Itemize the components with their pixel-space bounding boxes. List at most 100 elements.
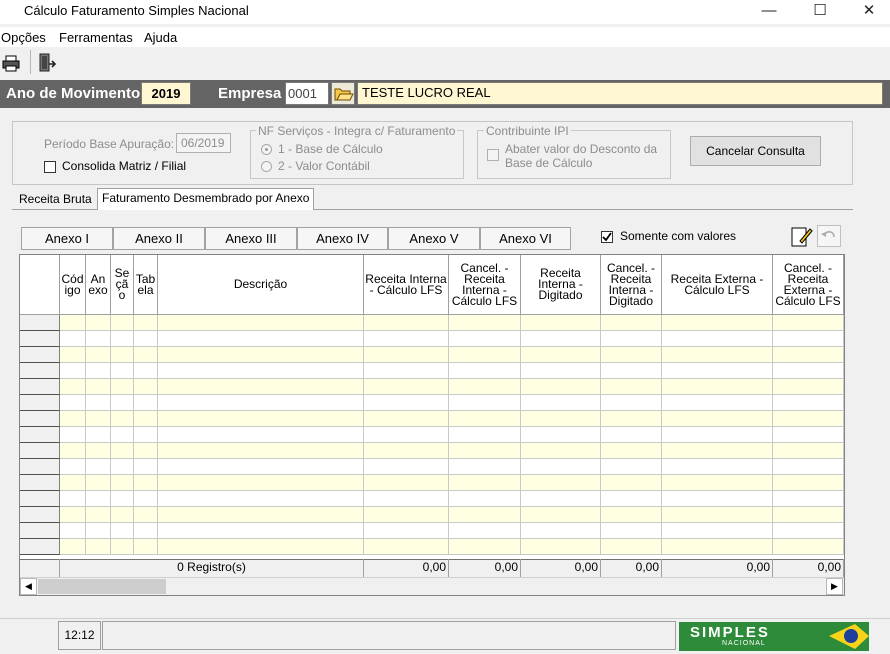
table-cell[interactable]	[601, 315, 662, 331]
col-receita-interna-digitado-header[interactable]: Receita Interna - Digitado	[521, 255, 601, 315]
col-anexo-header[interactable]: An exo	[86, 255, 111, 315]
table-cell[interactable]	[60, 315, 86, 331]
table-cell[interactable]	[773, 507, 844, 523]
table-cell[interactable]	[158, 331, 364, 347]
table-cell[interactable]	[158, 411, 364, 427]
row-indicator[interactable]	[20, 491, 60, 507]
table-cell[interactable]	[449, 315, 521, 331]
table-cell[interactable]	[601, 363, 662, 379]
table-cell[interactable]	[521, 443, 601, 459]
table-cell[interactable]	[134, 459, 158, 475]
table-cell[interactable]	[111, 507, 134, 523]
periodo-field[interactable]: 06/2019	[176, 133, 231, 153]
abater-desconto-checkbox[interactable]	[487, 149, 499, 161]
table-cell[interactable]	[521, 315, 601, 331]
edit-note-icon[interactable]	[790, 224, 814, 248]
table-cell[interactable]	[134, 395, 158, 411]
table-cell[interactable]	[60, 379, 86, 395]
table-cell[interactable]	[60, 427, 86, 443]
table-cell[interactable]	[662, 315, 773, 331]
col-cancel-receita-interna-digitado-header[interactable]: Cancel. - Receita Interna - Digitado	[601, 255, 662, 315]
table-cell[interactable]	[158, 395, 364, 411]
horizontal-scrollbar[interactable]: ◀ ▶	[20, 577, 844, 595]
table-cell[interactable]	[449, 347, 521, 363]
nf-valor-contabil-radio[interactable]	[261, 161, 272, 172]
table-cell[interactable]	[773, 315, 844, 331]
table-cell[interactable]	[662, 411, 773, 427]
table-cell[interactable]	[111, 475, 134, 491]
table-cell[interactable]	[60, 459, 86, 475]
table-cell[interactable]	[449, 475, 521, 491]
table-cell[interactable]	[364, 507, 449, 523]
table-cell[interactable]	[662, 395, 773, 411]
table-cell[interactable]	[158, 491, 364, 507]
table-cell[interactable]	[662, 363, 773, 379]
table-cell[interactable]	[134, 507, 158, 523]
table-cell[interactable]	[662, 491, 773, 507]
table-cell[interactable]	[158, 539, 364, 555]
table-cell[interactable]	[134, 331, 158, 347]
table-cell[interactable]	[601, 411, 662, 427]
table-cell[interactable]	[364, 331, 449, 347]
data-grid[interactable]: Cód igo An exo Se çã o Tab ela Descrição…	[19, 254, 845, 596]
table-cell[interactable]	[111, 539, 134, 555]
table-cell[interactable]	[449, 331, 521, 347]
table-cell[interactable]	[86, 395, 111, 411]
table-cell[interactable]	[158, 315, 364, 331]
table-cell[interactable]	[158, 475, 364, 491]
row-indicator[interactable]	[20, 539, 60, 555]
table-cell[interactable]	[449, 443, 521, 459]
table-cell[interactable]	[111, 459, 134, 475]
table-cell[interactable]	[86, 315, 111, 331]
table-cell[interactable]	[111, 411, 134, 427]
table-cell[interactable]	[111, 491, 134, 507]
table-cell[interactable]	[134, 379, 158, 395]
table-cell[interactable]	[662, 379, 773, 395]
table-cell[interactable]	[158, 523, 364, 539]
open-folder-button[interactable]	[331, 82, 355, 105]
col-tabela-header[interactable]: Tab ela	[134, 255, 158, 315]
table-cell[interactable]	[662, 459, 773, 475]
row-indicator[interactable]	[20, 411, 60, 427]
table-cell[interactable]	[134, 523, 158, 539]
annex-tab-iii[interactable]: Anexo III	[205, 227, 297, 250]
scroll-left-arrow-icon[interactable]: ◀	[20, 578, 37, 595]
table-cell[interactable]	[601, 347, 662, 363]
table-cell[interactable]	[134, 315, 158, 331]
table-cell[interactable]	[364, 379, 449, 395]
col-codigo-header[interactable]: Cód igo	[60, 255, 86, 315]
table-cell[interactable]	[60, 347, 86, 363]
table-cell[interactable]	[521, 539, 601, 555]
table-cell[interactable]	[521, 475, 601, 491]
table-cell[interactable]	[662, 443, 773, 459]
row-indicator[interactable]	[20, 507, 60, 523]
table-cell[interactable]	[134, 443, 158, 459]
table-cell[interactable]	[601, 443, 662, 459]
row-indicator[interactable]	[20, 379, 60, 395]
col-cancel-receita-externa-lfs-header[interactable]: Cancel. - Receita Externa - Cálculo LFS	[773, 255, 844, 315]
table-cell[interactable]	[86, 507, 111, 523]
table-cell[interactable]	[601, 459, 662, 475]
table-cell[interactable]	[86, 411, 111, 427]
table-cell[interactable]	[662, 427, 773, 443]
table-cell[interactable]	[134, 427, 158, 443]
table-cell[interactable]	[364, 427, 449, 443]
row-indicator[interactable]	[20, 459, 60, 475]
table-cell[interactable]	[773, 379, 844, 395]
table-cell[interactable]	[449, 363, 521, 379]
maximize-button[interactable]: ☐	[797, 0, 843, 24]
col-receita-externa-lfs-header[interactable]: Receita Externa - Cálculo LFS	[662, 255, 773, 315]
tab-faturamento-anexo[interactable]: Faturamento Desmembrado por Anexo	[97, 188, 315, 210]
table-cell[interactable]	[86, 459, 111, 475]
table-cell[interactable]	[601, 523, 662, 539]
table-cell[interactable]	[134, 539, 158, 555]
table-cell[interactable]	[86, 363, 111, 379]
table-cell[interactable]	[364, 491, 449, 507]
annex-tab-v[interactable]: Anexo V	[388, 227, 480, 250]
table-cell[interactable]	[773, 363, 844, 379]
table-cell[interactable]	[86, 379, 111, 395]
table-cell[interactable]	[773, 331, 844, 347]
table-cell[interactable]	[521, 331, 601, 347]
table-cell[interactable]	[773, 491, 844, 507]
table-cell[interactable]	[773, 475, 844, 491]
